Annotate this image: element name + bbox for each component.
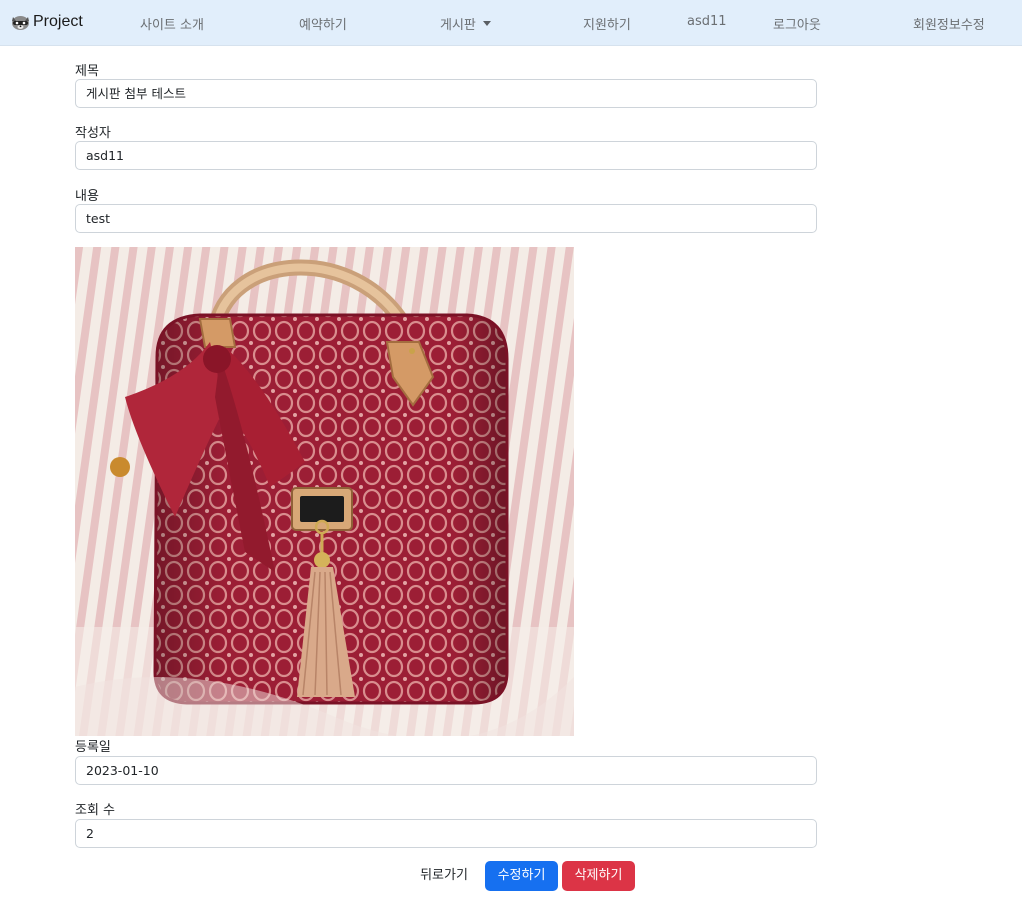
nav-user[interactable]: asd11 xyxy=(687,14,727,29)
caret-down-icon xyxy=(482,21,491,26)
edit-button[interactable]: 수정하기 xyxy=(485,861,558,891)
raccoon-logo-icon xyxy=(12,15,29,30)
top-navbar: Project 사이트 소개 예약하기 게시판 지원하기 asd11 로그아웃 … xyxy=(0,0,1022,46)
title-label: 제목 xyxy=(75,64,99,79)
brand-link[interactable]: Project xyxy=(10,9,83,35)
views-label: 조회 수 xyxy=(75,803,116,818)
nav-apply[interactable]: 지원하기 xyxy=(583,14,631,33)
author-label: 작성자 xyxy=(75,126,111,141)
nav-profile-edit[interactable]: 회원정보수정 xyxy=(913,14,985,33)
content-label: 내용 xyxy=(75,189,99,204)
date-label: 등록일 xyxy=(75,740,111,755)
nav-logout[interactable]: 로그아웃 xyxy=(773,14,821,33)
nav-board-dropdown[interactable]: 게시판 xyxy=(440,14,491,33)
brand-text: Project xyxy=(33,13,83,30)
title-field[interactable]: 게시판 첨부 테스트 xyxy=(75,79,817,108)
content-field[interactable]: test xyxy=(75,204,817,233)
attached-image xyxy=(75,247,574,736)
delete-button[interactable]: 삭제하기 xyxy=(562,861,635,891)
nav-board-label: 게시판 xyxy=(440,18,476,33)
author-field[interactable]: asd11 xyxy=(75,141,817,170)
nav-reserve[interactable]: 예약하기 xyxy=(299,14,347,33)
date-field[interactable]: 2023-01-10 xyxy=(75,756,817,785)
red-handbag-photo xyxy=(75,247,574,736)
back-button[interactable]: 뒤로가기 xyxy=(412,861,476,891)
views-field[interactable]: 2 xyxy=(75,819,817,848)
nav-about[interactable]: 사이트 소개 xyxy=(140,14,204,33)
